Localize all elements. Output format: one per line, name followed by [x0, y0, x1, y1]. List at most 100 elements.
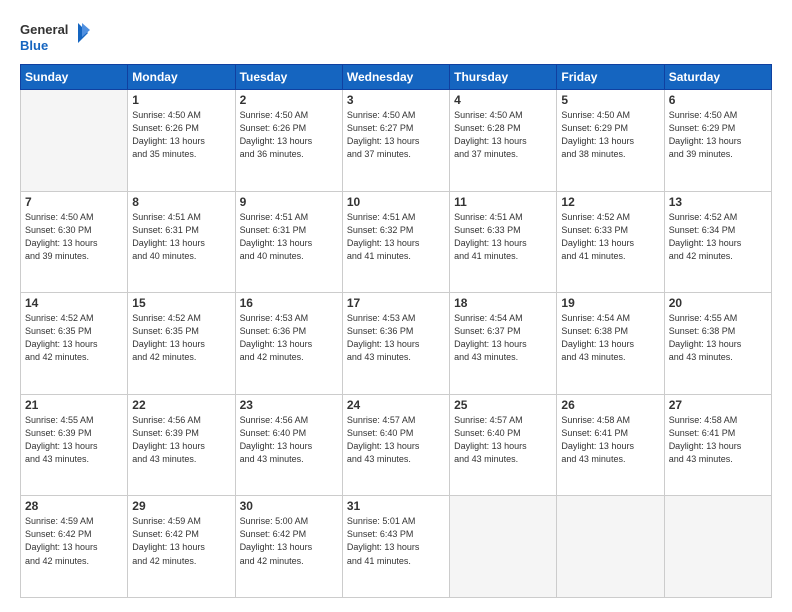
calendar-cell: 21 Sunrise: 4:55 AM Sunset: 6:39 PM Dayli… — [21, 394, 128, 496]
calendar-cell: 1 Sunrise: 4:50 AM Sunset: 6:26 PM Daylig… — [128, 90, 235, 192]
day-number: 14 — [25, 296, 123, 310]
cell-content: Sunrise: 4:58 AM Sunset: 6:41 PM Dayligh… — [669, 414, 767, 466]
calendar-cell: 3 Sunrise: 4:50 AM Sunset: 6:27 PM Daylig… — [342, 90, 449, 192]
svg-text:Blue: Blue — [20, 38, 48, 53]
calendar-cell: 20Sunrise: 4:55 AM Sunset: 6:38 PM Dayli… — [664, 293, 771, 395]
calendar-cell: 29Sunrise: 4:59 AM Sunset: 6:42 PM Dayli… — [128, 496, 235, 598]
cell-content: Sunrise: 4:53 AM Sunset: 6:36 PM Dayligh… — [240, 312, 338, 364]
cell-content: Sunrise: 4:51 AM Sunset: 6:33 PM Dayligh… — [454, 211, 552, 263]
cell-content: Sunrise: 4:59 AM Sunset: 6:42 PM Dayligh… — [132, 515, 230, 567]
cell-content: Sunrise: 5:01 AM Sunset: 6:43 PM Dayligh… — [347, 515, 445, 567]
day-number: 31 — [347, 499, 445, 513]
calendar-cell: 17Sunrise: 4:53 AM Sunset: 6:36 PM Dayli… — [342, 293, 449, 395]
cell-content: Sunrise: 4:50 AM Sunset: 6:29 PM Dayligh… — [669, 109, 767, 161]
cell-content: Sunrise: 4:57 AM Sunset: 6:40 PM Dayligh… — [454, 414, 552, 466]
cell-content: Sunrise: 4:51 AM Sunset: 6:32 PM Dayligh… — [347, 211, 445, 263]
cell-content: Sunrise: 4:52 AM Sunset: 6:33 PM Dayligh… — [561, 211, 659, 263]
day-number: 8 — [132, 195, 230, 209]
day-number: 7 — [25, 195, 123, 209]
calendar-cell — [557, 496, 664, 598]
calendar-cell: 8 Sunrise: 4:51 AM Sunset: 6:31 PM Daylig… — [128, 191, 235, 293]
day-number: 2 — [240, 93, 338, 107]
day-number: 6 — [669, 93, 767, 107]
day-of-week-header: Sunday — [21, 65, 128, 90]
cell-content: Sunrise: 4:51 AM Sunset: 6:31 PM Dayligh… — [240, 211, 338, 263]
calendar-cell: 25 Sunrise: 4:57 AM Sunset: 6:40 PM Dayli… — [450, 394, 557, 496]
calendar-cell: 9Sunrise: 4:51 AM Sunset: 6:31 PM Daylig… — [235, 191, 342, 293]
calendar-cell: 28Sunrise: 4:59 AM Sunset: 6:42 PM Dayli… — [21, 496, 128, 598]
day-number: 4 — [454, 93, 552, 107]
day-number: 12 — [561, 195, 659, 209]
cell-content: Sunrise: 4:50 AM Sunset: 6:27 PM Dayligh… — [347, 109, 445, 161]
calendar-week-row: 14 Sunrise: 4:52 AM Sunset: 6:35 PM Dayli… — [21, 293, 772, 395]
day-number: 30 — [240, 499, 338, 513]
day-number: 23 — [240, 398, 338, 412]
day-of-week-header: Monday — [128, 65, 235, 90]
cell-content: Sunrise: 4:53 AM Sunset: 6:36 PM Dayligh… — [347, 312, 445, 364]
day-of-week-header: Wednesday — [342, 65, 449, 90]
day-number: 13 — [669, 195, 767, 209]
cell-content: Sunrise: 4:55 AM Sunset: 6:39 PM Dayligh… — [25, 414, 123, 466]
calendar-week-row: 28 Sunrise: 4:59 AM Sunset: 6:42 PM Dayli… — [21, 496, 772, 598]
cell-content: Sunrise: 4:54 AM Sunset: 6:37 PM Dayligh… — [454, 312, 552, 364]
logo-svg: General Blue — [20, 18, 90, 56]
calendar-cell: 13 Sunrise: 4:52 AM Sunset: 6:34 PM Dayli… — [664, 191, 771, 293]
day-number: 27 — [669, 398, 767, 412]
cell-content: Sunrise: 4:50 AM Sunset: 6:30 PM Dayligh… — [25, 211, 123, 263]
day-number: 21 — [25, 398, 123, 412]
calendar-cell: 11 Sunrise: 4:51 AM Sunset: 6:33 PM Dayli… — [450, 191, 557, 293]
cell-content: Sunrise: 4:52 AM Sunset: 6:35 PM Dayligh… — [25, 312, 123, 364]
calendar-cell: 16 Sunrise: 4:53 AM Sunset: 6:36 PM Dayli… — [235, 293, 342, 395]
calendar-cell — [21, 90, 128, 192]
page: General Blue SundayMondayTuesdayWednesda… — [0, 0, 792, 612]
calendar-cell: 2 Sunrise: 4:50 AM Sunset: 6:26 PM Daylig… — [235, 90, 342, 192]
calendar-cell: 31 Sunrise: 5:01 AM Sunset: 6:43 PM Dayli… — [342, 496, 449, 598]
calendar-cell: 10 Sunrise: 4:51 AM Sunset: 6:32 PM Dayli… — [342, 191, 449, 293]
cell-content: Sunrise: 4:51 AM Sunset: 6:31 PM Dayligh… — [132, 211, 230, 263]
day-number: 26 — [561, 398, 659, 412]
cell-content: Sunrise: 4:50 AM Sunset: 6:28 PM Dayligh… — [454, 109, 552, 161]
day-number: 22 — [132, 398, 230, 412]
day-of-week-header: Saturday — [664, 65, 771, 90]
calendar-week-row: 7 Sunrise: 4:50 AM Sunset: 6:30 PM Daylig… — [21, 191, 772, 293]
day-number: 25 — [454, 398, 552, 412]
cell-content: Sunrise: 4:57 AM Sunset: 6:40 PM Dayligh… — [347, 414, 445, 466]
calendar-cell: 14 Sunrise: 4:52 AM Sunset: 6:35 PM Dayli… — [21, 293, 128, 395]
cell-content: Sunrise: 4:56 AM Sunset: 6:39 PM Dayligh… — [132, 414, 230, 466]
calendar-cell: 27 Sunrise: 4:58 AM Sunset: 6:41 PM Dayli… — [664, 394, 771, 496]
day-number: 16 — [240, 296, 338, 310]
day-number: 20 — [669, 296, 767, 310]
header: General Blue — [20, 18, 772, 56]
cell-content: Sunrise: 4:52 AM Sunset: 6:34 PM Dayligh… — [669, 211, 767, 263]
cell-content: Sunrise: 4:52 AM Sunset: 6:35 PM Dayligh… — [132, 312, 230, 364]
calendar-cell: 18 Sunrise: 4:54 AM Sunset: 6:37 PM Dayli… — [450, 293, 557, 395]
cell-content: Sunrise: 4:50 AM Sunset: 6:29 PM Dayligh… — [561, 109, 659, 161]
cell-content: Sunrise: 4:50 AM Sunset: 6:26 PM Dayligh… — [132, 109, 230, 161]
day-of-week-header: Thursday — [450, 65, 557, 90]
cell-content: Sunrise: 4:54 AM Sunset: 6:38 PM Dayligh… — [561, 312, 659, 364]
day-of-week-header: Tuesday — [235, 65, 342, 90]
day-number: 24 — [347, 398, 445, 412]
calendar-cell — [450, 496, 557, 598]
calendar-cell: 7 Sunrise: 4:50 AM Sunset: 6:30 PM Daylig… — [21, 191, 128, 293]
day-number: 19 — [561, 296, 659, 310]
calendar-cell: 19 Sunrise: 4:54 AM Sunset: 6:38 PM Dayli… — [557, 293, 664, 395]
day-number: 3 — [347, 93, 445, 107]
calendar-cell: 24 Sunrise: 4:57 AM Sunset: 6:40 PM Dayli… — [342, 394, 449, 496]
day-number: 1 — [132, 93, 230, 107]
cell-content: Sunrise: 4:50 AM Sunset: 6:26 PM Dayligh… — [240, 109, 338, 161]
calendar-cell: 4 Sunrise: 4:50 AM Sunset: 6:28 PM Daylig… — [450, 90, 557, 192]
day-number: 10 — [347, 195, 445, 209]
svg-text:General: General — [20, 22, 68, 37]
cell-content: Sunrise: 5:00 AM Sunset: 6:42 PM Dayligh… — [240, 515, 338, 567]
day-of-week-header: Friday — [557, 65, 664, 90]
day-number: 5 — [561, 93, 659, 107]
calendar-cell — [664, 496, 771, 598]
cell-content: Sunrise: 4:56 AM Sunset: 6:40 PM Dayligh… — [240, 414, 338, 466]
day-number: 11 — [454, 195, 552, 209]
day-number: 28 — [25, 499, 123, 513]
calendar-week-row: 21 Sunrise: 4:55 AM Sunset: 6:39 PM Dayli… — [21, 394, 772, 496]
calendar-header-row: SundayMondayTuesdayWednesdayThursdayFrid… — [21, 65, 772, 90]
day-number: 18 — [454, 296, 552, 310]
calendar-cell: 12 Sunrise: 4:52 AM Sunset: 6:33 PM Dayli… — [557, 191, 664, 293]
